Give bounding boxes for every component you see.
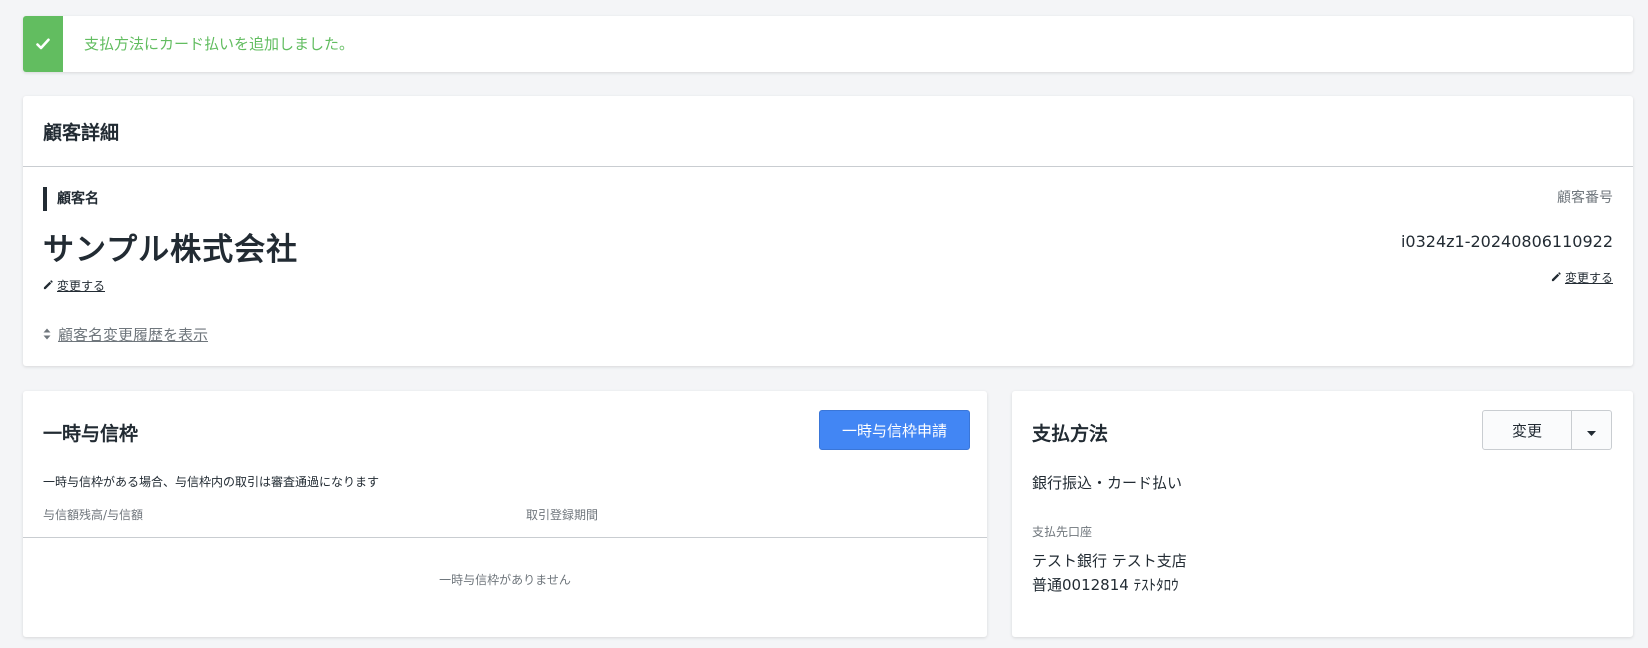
payment-method-title: 支払方法 [1032, 423, 1109, 445]
bank-name: テスト銀行 テスト支店 [1032, 552, 1187, 570]
payee-account-label: 支払先口座 [1032, 525, 1093, 539]
temporary-credit-card: 一時与信枠 一時与信枠申請 一時与信枠がある場合、与信枠内の取引は審査通過になり… [23, 391, 987, 637]
edit-customer-name-label: 変更する [57, 279, 106, 293]
change-payment-button[interactable]: 変更 [1483, 411, 1572, 449]
edit-customer-number-label: 変更する [1564, 271, 1613, 285]
divider [23, 537, 987, 538]
change-button-group: 変更 [1482, 410, 1612, 450]
column-header-credit-balance: 与信額残高/与信額 [43, 508, 144, 522]
divider [23, 166, 1633, 167]
edit-customer-number-link[interactable]: 変更する [1551, 269, 1613, 286]
alert-message: 支払方法にカード払いを追加しました。 [84, 35, 355, 53]
caret-down-icon [1587, 421, 1596, 440]
name-history-label: 顧客名変更履歴を表示 [58, 326, 209, 344]
sort-icon [43, 326, 51, 344]
check-icon [23, 16, 63, 72]
success-alert: 支払方法にカード払いを追加しました。 [23, 16, 1633, 72]
temporary-credit-title: 一時与信枠 [43, 423, 139, 445]
dropdown-toggle-button[interactable] [1572, 411, 1611, 449]
pencil-icon [43, 279, 54, 293]
edit-customer-name-link[interactable]: 変更する [43, 277, 105, 294]
column-header-registration-period: 取引登録期間 [526, 508, 599, 522]
customer-details-title: 顧客詳細 [43, 122, 120, 144]
payment-method-value: 銀行振込・カード払い [1032, 474, 1183, 492]
account-number: 普通0012814 ﾃｽﾄﾀﾛｳ [1032, 576, 1179, 594]
customer-number-label: 顧客番号 [1557, 190, 1613, 206]
name-history-toggle[interactable]: 顧客名変更履歴を表示 [43, 324, 208, 345]
temporary-credit-description: 一時与信枠がある場合、与信枠内の取引は審査通過になります [43, 475, 380, 489]
apply-temporary-credit-button[interactable]: 一時与信枠申請 [819, 410, 970, 450]
customer-details-card: 顧客詳細 顧客名 サンプル株式会社 変更する 顧客名変更履歴を表示 顧客番号 i… [23, 96, 1633, 366]
customer-number: i0324z1-20240806110922 [1400, 232, 1613, 251]
customer-name-label: 顧客名 [43, 187, 99, 211]
payment-method-card: 支払方法 変更 銀行振込・カード払い 支払先口座 テスト銀行 テスト支店 普通0… [1012, 391, 1633, 637]
empty-message: 一時与信枠がありません [439, 573, 571, 587]
pencil-icon [1551, 271, 1562, 285]
customer-name: サンプル株式会社 [43, 232, 299, 268]
